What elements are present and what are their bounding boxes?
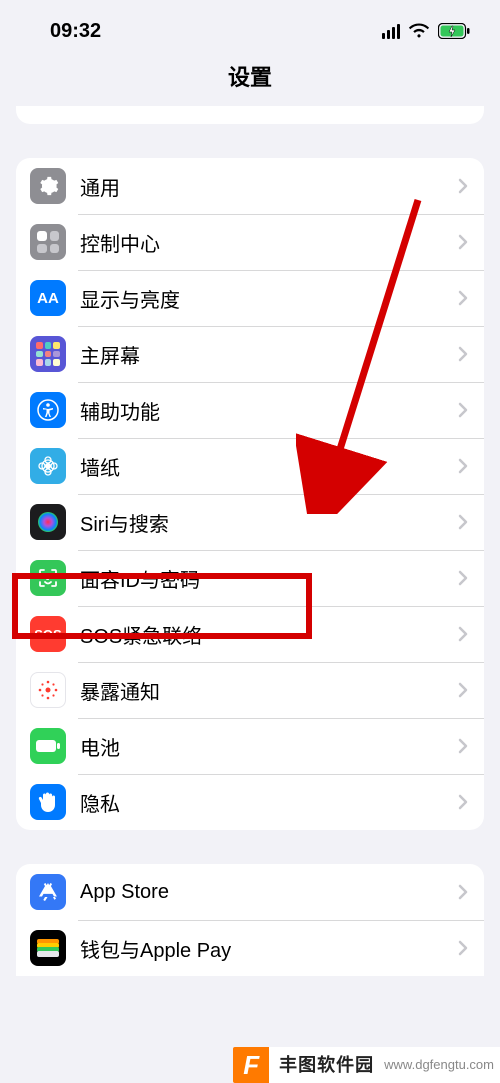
row-label: 面容ID与密码 bbox=[80, 564, 458, 593]
row-display[interactable]: AA 显示与亮度 bbox=[16, 270, 484, 326]
sos-icon: SOS bbox=[30, 616, 66, 652]
group-partial-top bbox=[16, 106, 484, 124]
row-label: App Store bbox=[80, 881, 458, 904]
wallpaper-icon bbox=[30, 448, 66, 484]
privacy-hand-icon bbox=[30, 784, 66, 820]
row-home-screen[interactable]: 主屏幕 bbox=[16, 326, 484, 382]
watermark: F 丰图软件园 www.dgfengtu.com bbox=[233, 1047, 500, 1083]
row-label: 电池 bbox=[80, 732, 458, 761]
chevron-right-icon bbox=[458, 234, 468, 250]
settings-group-main: 通用 控制中心 AA 显示与亮度 主屏幕 辅助功能 bbox=[16, 158, 484, 830]
settings-group-store: App Store 钱包与Apple Pay bbox=[16, 864, 484, 976]
row-label: 主屏幕 bbox=[80, 340, 458, 369]
chevron-right-icon bbox=[458, 458, 468, 474]
row-faceid[interactable]: 面容ID与密码 bbox=[16, 550, 484, 606]
watermark-domain: www.dgfengtu.com bbox=[384, 1047, 500, 1083]
status-right bbox=[382, 23, 470, 39]
row-label: 墙纸 bbox=[80, 452, 458, 481]
row-general[interactable]: 通用 bbox=[16, 158, 484, 214]
row-wallet[interactable]: 钱包与Apple Pay bbox=[16, 920, 484, 976]
row-label: 钱包与Apple Pay bbox=[80, 934, 458, 963]
status-time: 09:32 bbox=[50, 20, 101, 43]
display-icon: AA bbox=[30, 280, 66, 316]
status-bar: 09:32 bbox=[0, 0, 500, 54]
control-center-icon bbox=[30, 224, 66, 260]
row-app-store[interactable]: App Store bbox=[16, 864, 484, 920]
chevron-right-icon bbox=[458, 738, 468, 754]
accessibility-icon bbox=[30, 392, 66, 428]
row-control-center[interactable]: 控制中心 bbox=[16, 214, 484, 270]
row-label: 显示与亮度 bbox=[80, 284, 458, 313]
exposure-icon bbox=[30, 672, 66, 708]
row-exposure[interactable]: 暴露通知 bbox=[16, 662, 484, 718]
row-label: 隐私 bbox=[80, 788, 458, 817]
row-sos[interactable]: SOS SOS紧急联络 bbox=[16, 606, 484, 662]
chevron-right-icon bbox=[458, 940, 468, 956]
chevron-right-icon bbox=[458, 402, 468, 418]
chevron-right-icon bbox=[458, 884, 468, 900]
chevron-right-icon bbox=[458, 626, 468, 642]
page-title: 设置 bbox=[0, 54, 500, 106]
row-label: 通用 bbox=[80, 172, 458, 201]
row-label: 辅助功能 bbox=[80, 396, 458, 425]
row-label: Siri与搜索 bbox=[80, 508, 458, 537]
row-privacy[interactable]: 隐私 bbox=[16, 774, 484, 830]
siri-icon bbox=[30, 504, 66, 540]
row-accessibility[interactable]: 辅助功能 bbox=[16, 382, 484, 438]
chevron-right-icon bbox=[458, 682, 468, 698]
watermark-logo: F bbox=[233, 1047, 269, 1083]
row-label: 控制中心 bbox=[80, 228, 458, 257]
wifi-icon bbox=[408, 23, 430, 39]
app-store-icon bbox=[30, 874, 66, 910]
chevron-right-icon bbox=[458, 346, 468, 362]
row-wallpaper[interactable]: 墙纸 bbox=[16, 438, 484, 494]
cellular-signal-icon bbox=[382, 23, 400, 39]
gear-icon bbox=[30, 168, 66, 204]
battery-charging-icon bbox=[438, 23, 470, 39]
chevron-right-icon bbox=[458, 290, 468, 306]
row-label: 暴露通知 bbox=[80, 676, 458, 705]
row-label: SOS紧急联络 bbox=[80, 620, 458, 649]
home-screen-icon bbox=[30, 336, 66, 372]
chevron-right-icon bbox=[458, 514, 468, 530]
chevron-right-icon bbox=[458, 570, 468, 586]
chevron-right-icon bbox=[458, 794, 468, 810]
watermark-title: 丰图软件园 bbox=[269, 1047, 384, 1083]
wallet-icon bbox=[30, 930, 66, 966]
row-battery[interactable]: 电池 bbox=[16, 718, 484, 774]
faceid-icon bbox=[30, 560, 66, 596]
battery-icon bbox=[30, 728, 66, 764]
chevron-right-icon bbox=[458, 178, 468, 194]
row-siri[interactable]: Siri与搜索 bbox=[16, 494, 484, 550]
